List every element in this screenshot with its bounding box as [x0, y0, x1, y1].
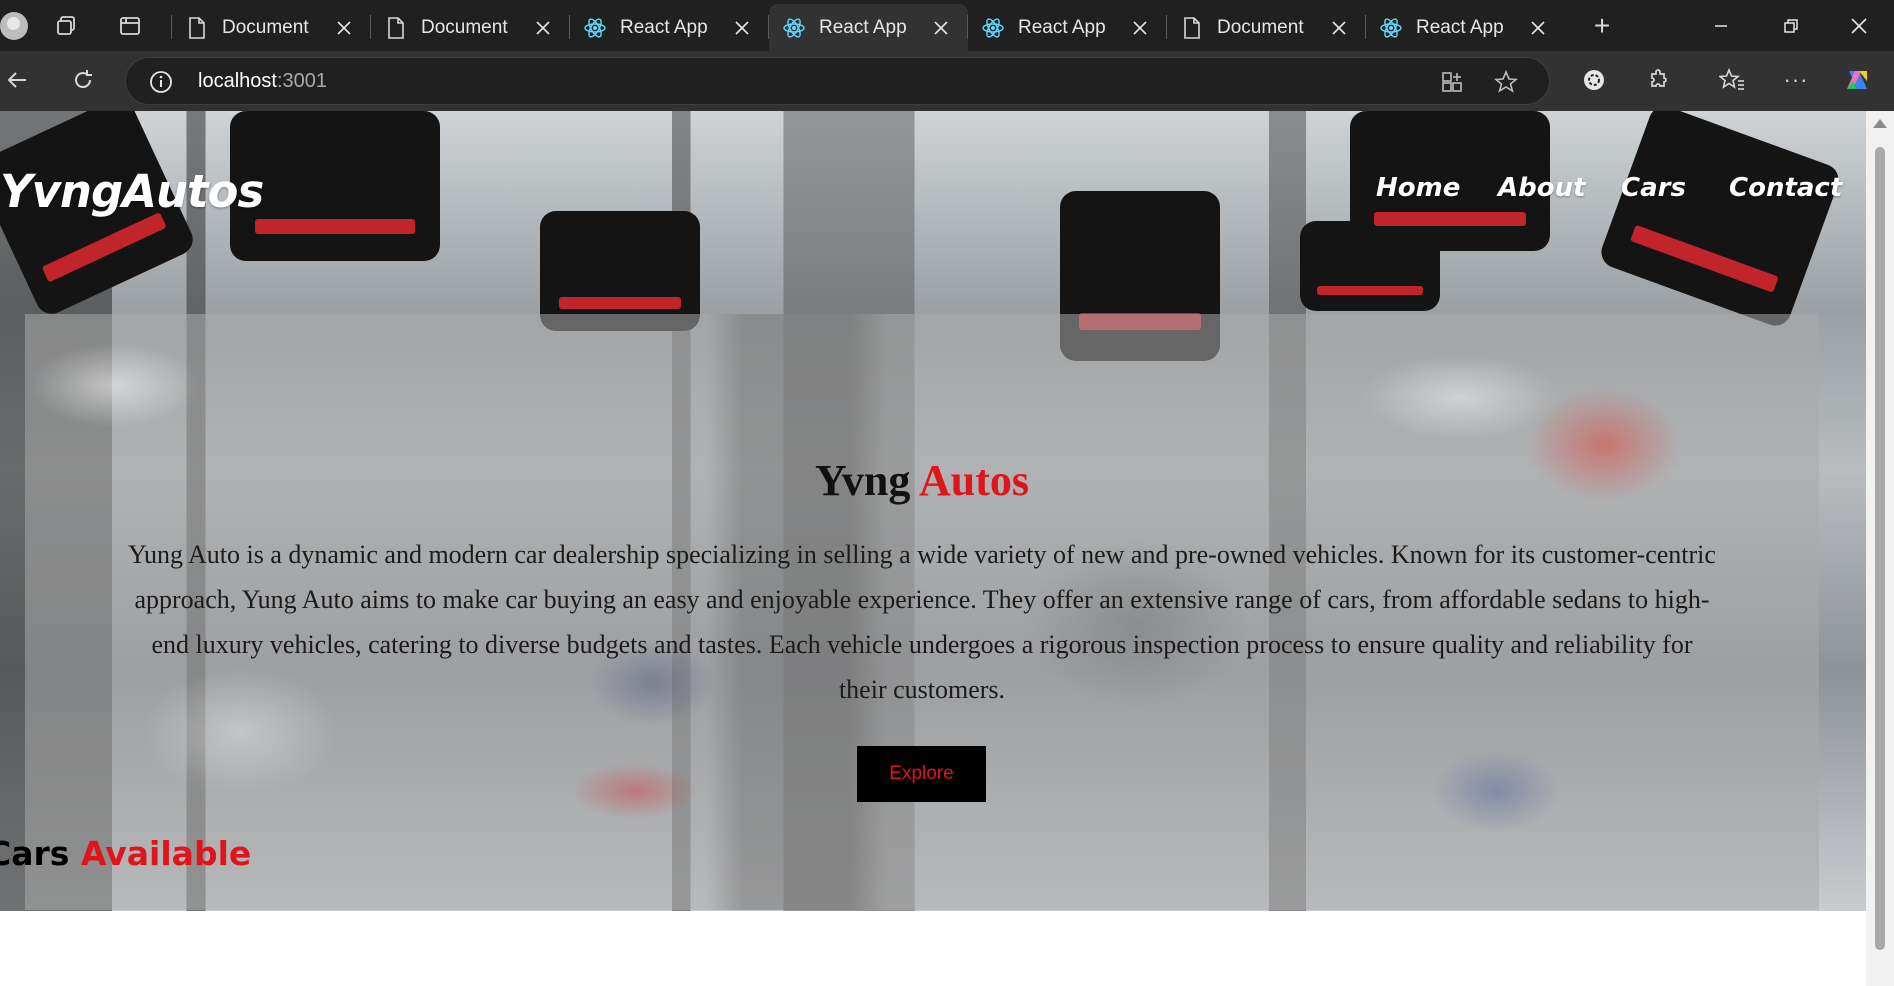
- site-navbar: YvngAutos Home About Cars Contact: [0, 111, 1866, 314]
- minimize-button[interactable]: [1686, 0, 1756, 51]
- more-options-icon[interactable]: ···: [1782, 66, 1810, 94]
- react-icon: [584, 17, 606, 39]
- section-title-accent: Available: [80, 834, 252, 873]
- close-tab-icon[interactable]: [1328, 17, 1350, 39]
- cars-available-heading: Cars Available: [0, 834, 251, 873]
- browser-tab[interactable]: Document: [1167, 4, 1366, 51]
- reload-icon[interactable]: [68, 65, 98, 95]
- close-tab-icon[interactable]: [532, 17, 554, 39]
- react-icon: [783, 17, 805, 39]
- document-icon: [1181, 16, 1203, 39]
- address-bar[interactable]: localhost:3001: [125, 57, 1550, 105]
- new-tab-icon[interactable]: +: [1588, 10, 1616, 41]
- react-icon: [1380, 17, 1402, 39]
- scrollbar-thumb[interactable]: [1875, 147, 1885, 950]
- close-tab-icon[interactable]: [1527, 17, 1549, 39]
- nav-link-about[interactable]: About: [1498, 173, 1586, 203]
- document-icon: [385, 16, 407, 39]
- tab-label: Document: [1217, 16, 1304, 38]
- close-window-button[interactable]: [1824, 0, 1894, 51]
- close-tab-icon[interactable]: [731, 17, 753, 39]
- browser-tab[interactable]: React App: [570, 4, 769, 51]
- extension-badge-icon[interactable]: [1580, 66, 1608, 94]
- profile-avatar[interactable]: [0, 12, 28, 40]
- back-icon[interactable]: [2, 65, 32, 95]
- section-title-main: Cars: [0, 834, 70, 873]
- close-tab-icon[interactable]: [1129, 17, 1151, 39]
- hero-card: Yvng Autos Yung Auto is a dynamic and mo…: [25, 314, 1819, 910]
- hero-title: Yvng Autos: [25, 455, 1819, 506]
- tab-actions-icon[interactable]: [116, 12, 144, 40]
- browser-tab[interactable]: Document: [172, 4, 371, 51]
- site-logo[interactable]: YvngAutos: [0, 165, 264, 218]
- web-page: YvngAutos Home About Cars Contact Yvng A…: [0, 111, 1866, 986]
- document-icon: [186, 16, 208, 39]
- tab-label: React App: [1416, 16, 1504, 38]
- browser-tab[interactable]: Document: [371, 4, 570, 51]
- tab-label: React App: [819, 16, 907, 38]
- browser-tab-bar: Document Document React App React App React …: [0, 0, 1894, 51]
- page-scrollbar[interactable]: [1866, 111, 1894, 986]
- tab-label: Document: [421, 16, 508, 38]
- tab-label: React App: [1018, 16, 1106, 38]
- close-tab-icon[interactable]: [333, 17, 355, 39]
- nav-link-home[interactable]: Home: [1376, 173, 1460, 203]
- scroll-up-arrow-icon[interactable]: [1873, 119, 1887, 128]
- workspaces-icon[interactable]: [52, 12, 80, 40]
- browser-toolbar: localhost:3001 ···: [0, 51, 1894, 111]
- browser-tab[interactable]: React App: [1366, 4, 1565, 51]
- favorite-star-icon[interactable]: [1493, 69, 1519, 95]
- hero-title-main: Yvng: [815, 456, 911, 505]
- tab-label: Document: [222, 16, 309, 38]
- copilot-icon[interactable]: [1842, 64, 1874, 96]
- app-available-icon[interactable]: [1439, 69, 1465, 95]
- explore-button[interactable]: Explore: [857, 746, 986, 802]
- browser-tab[interactable]: React App: [968, 4, 1167, 51]
- nav-link-cars[interactable]: Cars: [1621, 173, 1686, 203]
- extensions-icon[interactable]: [1645, 66, 1673, 94]
- restore-button[interactable]: [1756, 0, 1826, 51]
- browser-tab[interactable]: React App: [769, 4, 968, 51]
- react-icon: [982, 17, 1004, 39]
- site-info-icon[interactable]: [148, 69, 174, 95]
- favorites-icon[interactable]: [1718, 66, 1746, 94]
- close-tab-icon[interactable]: [930, 17, 952, 39]
- hero-title-accent: Autos: [918, 456, 1029, 505]
- tab-label: React App: [620, 16, 708, 38]
- url-text[interactable]: localhost:3001: [198, 70, 327, 93]
- hero-description: Yung Auto is a dynamic and modern car de…: [128, 540, 1716, 704]
- nav-link-contact[interactable]: Contact: [1729, 173, 1842, 203]
